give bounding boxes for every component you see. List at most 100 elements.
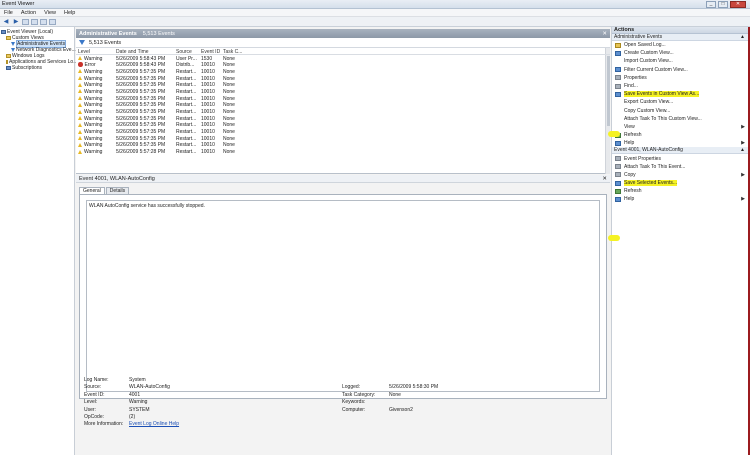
table-row[interactable]: Warning 5/26/2009 5:58:43 PM User Pr... 153… [76, 55, 610, 62]
id-cell: 10010 [201, 109, 215, 115]
minimize-button[interactable]: _ [706, 1, 716, 8]
table-row[interactable]: Warning 5/26/2009 5:57:35 PM Restart... 100… [76, 75, 610, 82]
action-item[interactable]: Open Saved Log... [612, 41, 748, 49]
table-row[interactable]: Warning 5/26/2009 5:57:35 PM Restart... 100… [76, 102, 610, 109]
table-row[interactable]: Warning 5/26/2009 5:57:35 PM Restart... 100… [76, 88, 610, 95]
action-item[interactable]: Copy ▶ [612, 171, 748, 179]
task-cell: None [223, 75, 235, 82]
table-row[interactable]: Warning 5/26/2009 5:57:35 PM Restart... 100… [76, 129, 610, 136]
console-tree-icon[interactable] [22, 18, 29, 25]
action-icon [615, 188, 621, 194]
id-cell: 10010 [201, 149, 215, 156]
actions-section-event[interactable]: Event 4001, WLAN-AutoConfig ▲ [612, 147, 748, 155]
tab-details[interactable]: Details [105, 187, 130, 194]
action-item[interactable]: Help ▶ [612, 195, 748, 203]
event-message[interactable]: WLAN AutoConfig service has successfully… [86, 200, 600, 392]
id-cell: 10010 [201, 95, 215, 102]
actions-section-view[interactable]: Administrative Events ▲ [612, 34, 748, 41]
id-cell: 10010 [201, 122, 215, 129]
task-cell: None [223, 149, 235, 156]
property-k1: Log Name: [84, 377, 109, 383]
action-label: Help [624, 140, 635, 147]
source-cell: Restart... [176, 129, 197, 136]
action-item[interactable]: Filter Current Custom View... [612, 66, 748, 74]
action-item[interactable]: Import Custom View... [612, 57, 748, 65]
menu-view[interactable]: View [40, 10, 60, 16]
column-header[interactable]: Source [176, 49, 192, 55]
level-cell: Warning [78, 89, 102, 95]
action-label: Export Custom View... [624, 99, 674, 106]
action-item[interactable]: Attach Task To This Event... [612, 163, 748, 171]
back-arrow-icon[interactable]: ◀ [2, 18, 10, 25]
property-k2: Computer: [342, 406, 366, 413]
toolbar: ◀ ▶ [0, 17, 750, 27]
warning-icon [78, 96, 82, 101]
tab-general[interactable]: General [79, 187, 105, 194]
action-icon [615, 75, 621, 81]
table-row[interactable]: Error 5/26/2009 5:58:43 PM Distrib... 10010… [76, 62, 610, 69]
action-item[interactable]: Find... [612, 82, 748, 90]
id-cell: 10010 [201, 135, 215, 142]
event-viewer-window: Event Viewer _ □ ✕ File Action View Help… [0, 0, 750, 455]
actions-pane: Actions Administrative Events ▲ Open Save… [611, 27, 748, 455]
action-icon [615, 50, 621, 56]
table-row[interactable]: Warning 5/26/2009 5:57:35 PM Restart... 100… [76, 68, 610, 75]
table-row[interactable]: Warning 5/26/2009 5:57:35 PM Restart... 100… [76, 135, 610, 142]
properties-icon[interactable] [31, 18, 38, 25]
warning-icon [78, 69, 82, 74]
action-item[interactable]: Create Custom View... [612, 49, 748, 57]
menu-action[interactable]: Action [17, 10, 40, 16]
action-label: Refresh [624, 132, 642, 139]
table-row[interactable]: Warning 5/26/2009 5:57:35 PM Restart... 100… [76, 142, 610, 149]
help-icon[interactable] [40, 18, 47, 25]
action-item[interactable]: Copy Custom View... [612, 107, 748, 115]
title-bar: Event Viewer _ □ ✕ [0, 0, 750, 9]
action-pane-icon[interactable] [49, 18, 56, 25]
action-item[interactable]: Properties [612, 74, 748, 82]
action-item[interactable]: Save Selected Events... [612, 179, 748, 187]
action-item[interactable]: Save Events in Custom View As... [612, 90, 748, 98]
warning-icon [78, 109, 82, 114]
tree-node[interactable]: Subscriptions [0, 65, 74, 71]
menu-help[interactable]: Help [60, 10, 79, 16]
table-row[interactable]: Warning 5/26/2009 5:57:35 PM Restart... 100… [76, 115, 610, 122]
action-label: Attach Task To This Custom View... [624, 115, 702, 122]
table-row[interactable]: Warning 5/26/2009 5:57:35 PM Restart... 100… [76, 95, 610, 102]
action-item[interactable]: Refresh [612, 131, 748, 139]
level-cell: Warning [78, 122, 102, 128]
action-item[interactable]: View ▶ [612, 123, 748, 131]
warning-icon [78, 89, 82, 94]
menu-file[interactable]: File [0, 10, 17, 16]
date-cell: 5/26/2009 5:57:35 PM [116, 82, 166, 89]
id-cell: 10010 [201, 142, 215, 149]
table-row[interactable]: Warning 5/26/2009 5:57:35 PM Restart... 100… [76, 109, 610, 116]
column-header[interactable]: Task C... [223, 49, 242, 55]
table-row[interactable]: Warning 5/26/2009 5:57:28 PM Restart... 100… [76, 149, 610, 156]
column-header[interactable]: Date and Time [116, 49, 149, 55]
action-icon [615, 180, 621, 186]
action-item[interactable]: Attach Task To This Custom View... [612, 115, 748, 123]
level-cell: Warning [78, 102, 102, 108]
task-cell: None [223, 135, 235, 142]
source-cell: Restart... [176, 75, 197, 82]
funnel-icon [11, 48, 15, 52]
maximize-button[interactable]: □ [718, 1, 728, 8]
action-icon [615, 140, 621, 146]
action-item[interactable]: Help ▶ [612, 139, 748, 147]
action-item[interactable]: Refresh [612, 187, 748, 195]
table-row[interactable]: Warning 5/26/2009 5:57:35 PM Restart... 100… [76, 122, 610, 129]
action-label: Import Custom View... [624, 58, 673, 65]
column-header[interactable]: Event ID [201, 49, 220, 55]
property-k1: User: [84, 406, 96, 413]
action-item[interactable]: Event Properties [612, 154, 748, 162]
forward-arrow-icon[interactable]: ▶ [12, 18, 20, 25]
detail-close-icon[interactable]: ✕ [602, 176, 607, 182]
table-row[interactable]: Warning 5/26/2009 5:57:35 PM Restart... 100… [76, 82, 610, 89]
online-help-link[interactable]: Event Log Online Help [129, 421, 179, 427]
source-cell: Restart... [176, 142, 197, 149]
close-button[interactable]: ✕ [730, 1, 746, 8]
view-close-icon[interactable]: ✕ [602, 31, 607, 37]
column-header[interactable]: Level [78, 49, 90, 55]
action-item[interactable]: Export Custom View... [612, 98, 748, 106]
action-label: View [624, 123, 635, 130]
